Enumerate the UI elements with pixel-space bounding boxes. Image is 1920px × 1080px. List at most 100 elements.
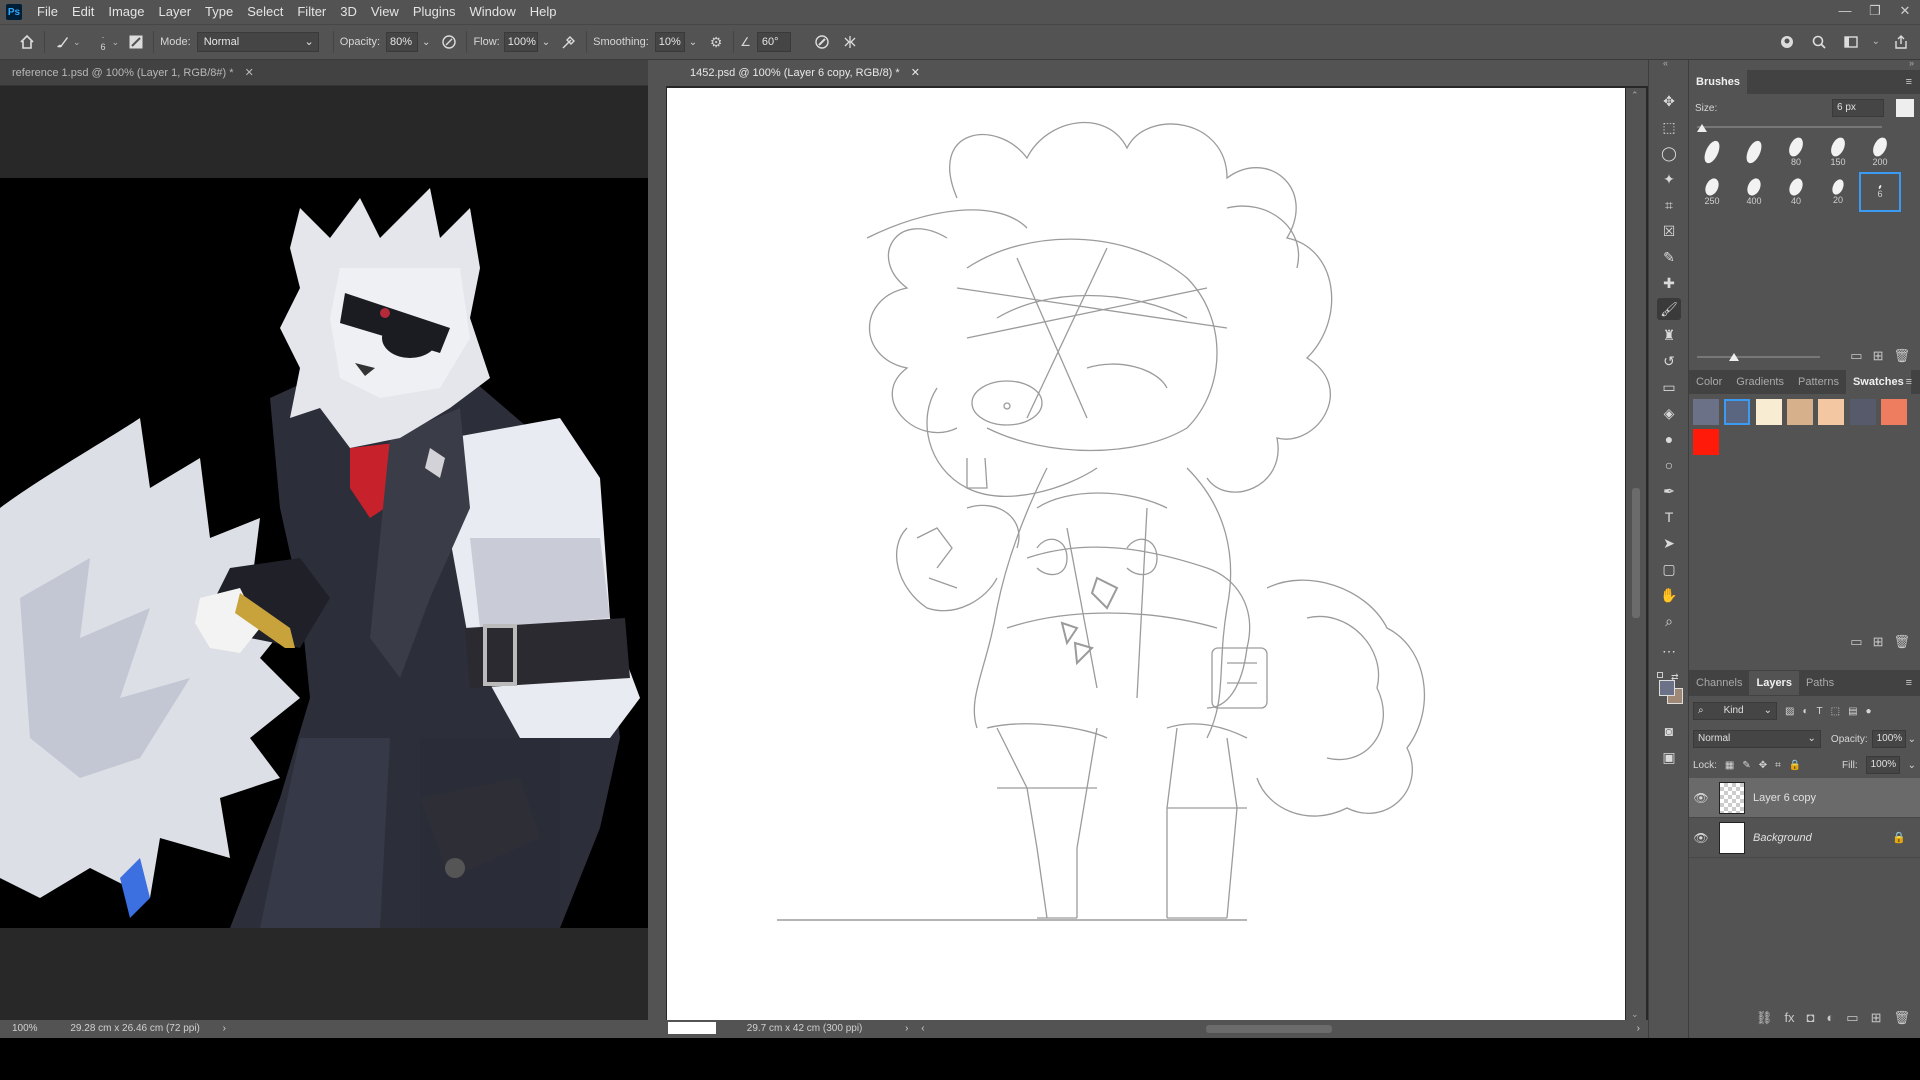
chevron-down-icon[interactable]: ⌄ — [1872, 31, 1880, 53]
chevron-down-icon[interactable]: ⌄ — [689, 37, 697, 48]
reference-artwork-image[interactable] — [0, 178, 648, 928]
brush-tool-preset-icon[interactable] — [51, 31, 73, 53]
eraser-tool-icon[interactable]: ▭ — [1657, 376, 1681, 398]
vertical-scroll-thumb[interactable] — [1632, 488, 1640, 618]
eyedropper-tool-icon[interactable]: ✎ — [1657, 246, 1681, 268]
screen-mode-icon[interactable]: ▣ — [1657, 746, 1681, 768]
delete-brush-trash-icon[interactable]: 🗑 — [1893, 348, 1910, 364]
visibility-eye-icon[interactable]: 👁 — [1689, 831, 1713, 845]
brush-preset[interactable]: 80 — [1775, 132, 1817, 172]
lock-image-icon[interactable]: ✎ — [1742, 760, 1750, 771]
adjustment-layer-icon[interactable]: ◐ — [1826, 1010, 1834, 1026]
adjustment-filter-icon[interactable]: ◐ — [1802, 706, 1808, 717]
zoom-tool-icon[interactable]: ⌕ — [1657, 610, 1681, 632]
horizontal-scroll-thumb[interactable] — [1206, 1025, 1332, 1033]
workspace-icon[interactable] — [1840, 31, 1862, 53]
status-expand-icon[interactable]: › — [905, 1023, 908, 1034]
path-selection-tool-icon[interactable]: ➤ — [1657, 532, 1681, 554]
lock-icon[interactable]: 🔒 — [1892, 831, 1906, 844]
quick-mask-icon[interactable]: ◙ — [1657, 720, 1681, 742]
smoothing-input[interactable]: 10% — [654, 32, 685, 52]
brush-angle-preview-icon[interactable] — [1896, 99, 1914, 117]
menu-window[interactable]: Window — [462, 0, 522, 24]
scroll-down-icon[interactable]: ⌄ — [1631, 1009, 1639, 1020]
menu-filter[interactable]: Filter — [290, 0, 333, 24]
share-learn-icon[interactable] — [1776, 31, 1798, 53]
tab-paths[interactable]: Paths — [1799, 671, 1841, 695]
brush-preset[interactable]: 250 — [1691, 172, 1733, 212]
panel-menu-icon[interactable]: ≡ — [1906, 376, 1912, 388]
search-icon[interactable] — [1808, 31, 1830, 53]
chevron-down-icon[interactable]: ⌄ — [422, 37, 430, 48]
magic-wand-tool-icon[interactable]: ✦ — [1657, 168, 1681, 190]
close-tab-icon[interactable]: ✕ — [245, 67, 254, 79]
preview-slider-track[interactable] — [1697, 356, 1820, 358]
brush-size-picker[interactable]: · 6 — [101, 32, 106, 52]
pressure-size-icon[interactable] — [811, 31, 833, 53]
brush-size-input[interactable]: 6 px — [1832, 99, 1884, 117]
add-mask-icon[interactable]: ◘ — [1807, 1010, 1815, 1026]
color-swatch[interactable] — [1755, 399, 1782, 425]
new-group-folder-icon[interactable]: ▭ — [1850, 348, 1862, 364]
symmetry-icon[interactable] — [839, 31, 861, 53]
lock-transparent-icon[interactable]: ▦ — [1725, 760, 1734, 771]
close-button[interactable]: ✕ — [1890, 0, 1920, 24]
layer-row-background[interactable]: 👁 Background 🔒 — [1689, 818, 1920, 858]
tab-channels[interactable]: Channels — [1689, 671, 1749, 695]
filter-toggle-icon[interactable]: ● — [1866, 706, 1872, 717]
menu-3d[interactable]: 3D — [333, 0, 364, 24]
restore-button[interactable]: ❐ — [1860, 0, 1890, 24]
menu-select[interactable]: Select — [240, 0, 290, 24]
brush-preset[interactable]: 150 — [1817, 132, 1859, 172]
smoothing-settings-gear-icon[interactable]: ⚙ — [705, 31, 727, 53]
chevron-down-icon[interactable]: ⌄ — [1908, 734, 1916, 745]
move-tool-icon[interactable]: ✥ — [1657, 90, 1681, 112]
color-pickers[interactable]: ⇄ — [1657, 672, 1683, 704]
panel-menu-icon[interactable]: ≡ — [1906, 677, 1912, 689]
visibility-eye-icon[interactable]: 👁 — [1689, 791, 1713, 805]
pen-tool-icon[interactable]: ✒ — [1657, 480, 1681, 502]
pixel-filter-icon[interactable]: ▨ — [1785, 706, 1794, 717]
tab-gradients[interactable]: Gradients — [1729, 370, 1791, 394]
shape-filter-icon[interactable]: ⬚ — [1831, 706, 1840, 717]
brush-preset[interactable]: 400 — [1733, 172, 1775, 212]
delete-swatch-trash-icon[interactable]: 🗑 — [1893, 634, 1910, 650]
panel-menu-icon[interactable]: ≡ — [1906, 76, 1912, 88]
new-layer-icon[interactable]: ⊞ — [1871, 1010, 1882, 1026]
healing-brush-tool-icon[interactable]: ✚ — [1657, 272, 1681, 294]
menu-layer[interactable]: Layer — [152, 0, 199, 24]
foreground-color-swatch[interactable] — [1659, 680, 1675, 696]
collapse-panels-icon[interactable]: » — [1909, 58, 1914, 68]
crop-tool-icon[interactable]: ⌗ — [1657, 194, 1681, 216]
brush-preset[interactable]: 40 — [1775, 172, 1817, 212]
brush-preset[interactable]: 200 — [1859, 132, 1901, 172]
chevron-down-icon[interactable]: ⌄ — [1908, 760, 1916, 771]
link-layers-icon[interactable]: ⛓ — [1756, 1010, 1773, 1026]
flow-input[interactable]: 100% — [503, 32, 538, 52]
type-filter-icon[interactable]: T — [1817, 706, 1823, 717]
frame-tool-icon[interactable]: ☒ — [1657, 220, 1681, 242]
document-splitter[interactable] — [648, 60, 668, 1038]
angle-input[interactable]: 60° — [756, 32, 791, 52]
airbrush-icon[interactable] — [558, 31, 580, 53]
scroll-right-icon[interactable]: › — [1637, 1020, 1640, 1038]
share-icon[interactable] — [1890, 31, 1912, 53]
menu-type[interactable]: Type — [198, 0, 240, 24]
reference-zoom-value[interactable]: 100% — [12, 1023, 38, 1034]
status-expand-icon[interactable]: › — [223, 1023, 226, 1034]
brush-tool-icon[interactable]: 🖌 — [1657, 298, 1681, 320]
brush-preset[interactable] — [1733, 132, 1775, 172]
tab-swatches[interactable]: Swatches — [1845, 370, 1911, 394]
paint-bucket-tool-icon[interactable]: ◈ — [1657, 402, 1681, 424]
tab-brushes[interactable]: Brushes — [1689, 70, 1748, 94]
blend-mode-dropdown[interactable]: Normal ⌄ — [1693, 730, 1821, 748]
vertical-scrollbar[interactable]: ⌃ ⌄ — [1626, 88, 1646, 1022]
brush-settings-icon[interactable] — [125, 31, 147, 53]
zoom-field[interactable] — [668, 1022, 716, 1035]
default-colors-icon[interactable] — [1657, 672, 1663, 678]
delete-layer-trash-icon[interactable]: 🗑 — [1893, 1010, 1910, 1026]
new-swatch-icon[interactable]: ⊞ — [1873, 634, 1884, 650]
tab-reference-document[interactable]: reference 1.psd @ 100% (Layer 1, RGB/8#)… — [0, 60, 650, 86]
fill-input[interactable]: 100% — [1865, 756, 1900, 774]
hand-tool-icon[interactable]: ✋ — [1657, 584, 1681, 606]
